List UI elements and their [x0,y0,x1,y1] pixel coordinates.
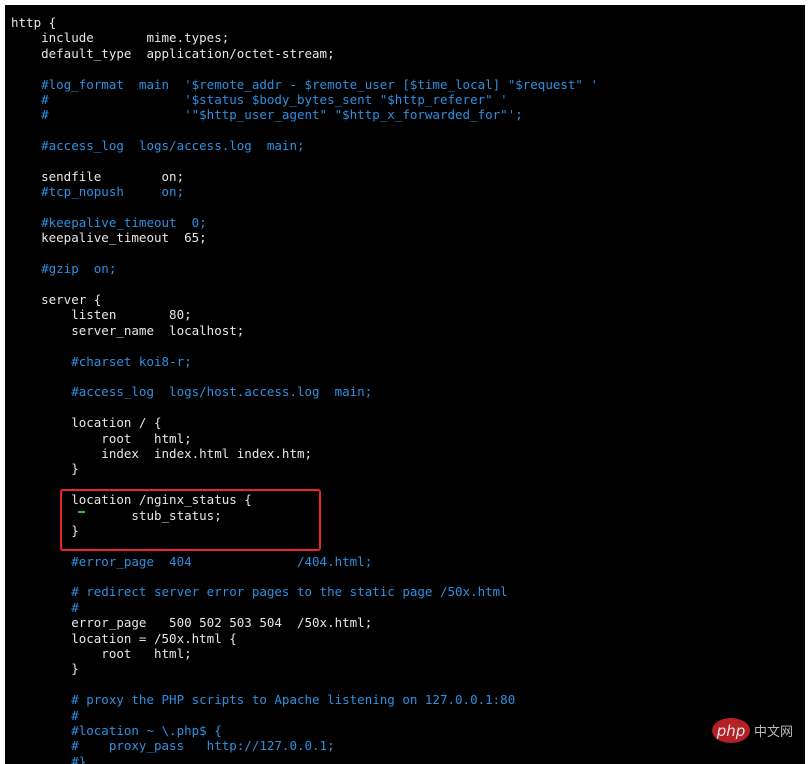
text-cursor [78,511,85,513]
php-logo: php [712,718,750,743]
code-line: server_name localhost; [11,322,245,338]
code-line: } [11,461,79,477]
code-line: location / { [11,415,162,431]
code-line: location = /50x.html { [11,630,237,646]
comment-line: #charset koi8-r; [11,353,192,369]
terminal-window: http { include mime.types; default_type … [5,5,805,764]
code-line: error_page 500 502 503 504 /50x.html; [11,615,373,631]
code-line: root html; [11,646,192,662]
comment-line: #access_log logs/access.log main; [11,138,305,154]
comment-line: #access_log logs/host.access.log main; [11,384,373,400]
comment-line: # [11,599,79,615]
code-line: listen 80; [11,307,192,323]
comment-line: # '$status $body_bytes_sent "$http_refer… [11,91,508,107]
comment-line: #} [11,753,87,764]
comment-line: #error_page 404 /404.html; [11,553,373,569]
watermark: php 中文网 [712,718,793,743]
code-line: default_type application/octet-stream; [11,45,335,61]
comment-line: #location ~ \.php$ { [11,722,222,738]
comment-line: #gzip on; [11,261,117,277]
nginx-config-code: http { include mime.types; default_type … [11,15,598,764]
comment-line: #keepalive_timeout 0; [11,215,207,231]
comment-line: #log_format main '$remote_addr - $remote… [11,76,598,92]
highlight-box [60,489,321,551]
watermark-text: 中文网 [754,725,794,740]
code-line: sendfile on; [11,168,185,184]
comment-line: # redirect server error pages to the sta… [11,584,508,600]
code-line: keepalive_timeout 65; [11,230,207,246]
code-line: } [11,661,79,677]
code-line: http { [11,15,57,30]
comment-line: # [11,707,79,723]
code-line: index index.html index.htm; [11,445,313,461]
comment-line: # proxy the PHP scripts to Apache listen… [11,692,516,708]
code-line: server { [11,292,102,308]
comment-line: # '"$http_user_agent" "$http_x_forwarded… [11,107,523,123]
code-line: include mime.types; [11,30,230,46]
comment-line: #tcp_nopush on; [11,184,185,200]
code-line: root html; [11,430,192,446]
comment-line: # proxy_pass http://127.0.0.1; [11,738,335,754]
